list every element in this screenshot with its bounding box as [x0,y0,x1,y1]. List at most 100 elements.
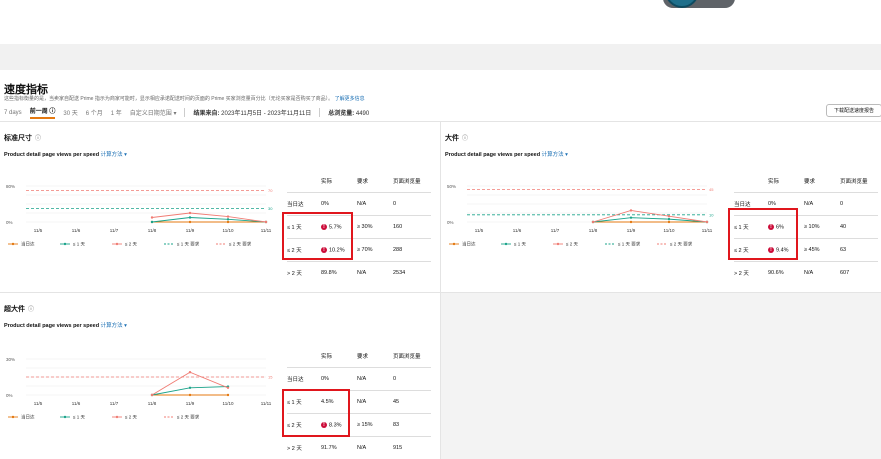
data-point [188,371,192,374]
download-report-button[interactable]: 下载配送速度报告 [826,104,881,117]
data-point [188,386,192,389]
table-cell-views: 0 [393,192,431,216]
x-tick-label: 11/7 [110,401,119,406]
calc-method-link[interactable]: 计算方法 ▾ [101,152,127,158]
highlight-box [282,212,353,260]
table-cell-actual: 0% [321,367,357,391]
data-point [667,215,671,218]
table-header: 要求 [357,179,369,185]
x-tick-label: 11/6 [72,401,81,406]
table-header: 实际 [768,179,780,185]
table-header: 页面浏览量 [393,354,421,360]
chevron-down-icon: ▾ [173,111,177,117]
legend-label: ≤ 2 天 要求 [177,414,200,421]
series-line [151,371,229,396]
table-cell-views: 2534 [393,261,431,284]
calc-method-link[interactable]: 计算方法 ▾ [101,323,127,329]
data-point [150,393,154,397]
data-point [667,217,671,221]
filter-last-week-label: 前一周 [29,109,48,115]
x-tick-label: 11/5 [475,228,484,233]
data-point [705,220,709,224]
data-point [629,220,633,224]
data-point [226,218,230,221]
data-point [667,220,671,224]
table-header: 实际 [321,179,333,185]
legend-marker [115,242,119,246]
panel-large: 大件 ⓘ Product detail page views per speed … [441,122,881,293]
panel-standard-size: 标准尺寸 ⓘ Product detail page views per spee… [0,122,441,293]
panel-subtitle: Product detail page views per speed 计算方法… [4,321,127,329]
y-tick-label: 0% [6,220,13,225]
table-header [287,170,321,193]
filter-6-months[interactable]: 6 个月 [86,108,103,117]
divider [184,108,186,117]
speed-chart: 0% 30% 11/5 11/6 11/7 11/8 11/9 11/10 11/11 15 当日达… [6,357,273,421]
filter-1-year[interactable]: 1 年 [111,108,122,117]
table-cell-req: N/A [357,367,393,391]
x-tick-label: 11/8 [589,228,598,233]
data-point [150,220,154,224]
data-point [188,393,192,397]
x-tick-label: 11/5 [34,401,43,406]
table-row: > 2 天 90.6% N/A 607 [734,261,878,284]
table-cell-views: 0 [840,192,878,216]
account-menu[interactable] [663,0,735,8]
legend-marker [452,242,456,246]
table-cell-req: ≥ 70% [357,238,393,262]
table-cell-actual: 91.7% [321,436,357,459]
result-source-value: 2023年11月5日 - 2023年11月11日 [221,111,312,117]
info-icon[interactable]: ⓘ [35,136,41,142]
y-tick-label: 30% [6,357,15,362]
header-strip [0,44,881,70]
table-header [734,170,768,193]
legend-label: ≤ 2 天 [125,242,137,248]
legend-label: ≤ 2 天 [125,415,137,421]
requirement-label: 10 [709,212,714,217]
date-filter-bar: 7 days 前一周 ⓘ 30 天 6 个月 1 年 自定义日期范围 ▾ 结果来… [4,106,369,119]
top-bar [0,0,881,44]
info-icon[interactable]: ⓘ [28,307,34,313]
requirement-label: 30 [268,206,273,211]
panel-title: 大件 ⓘ [445,133,468,143]
filter-7-days[interactable]: 7 days [4,110,22,116]
legend-marker [63,242,67,246]
legend-marker [115,415,119,419]
table-header: 页面浏览量 [840,179,868,185]
legend-label: ≤ 2 天 [566,242,578,248]
table-header [287,345,321,368]
data-point [188,211,192,215]
table-cell-req: N/A [804,192,840,216]
legend-label: 当日达 [21,241,35,248]
avatar[interactable] [665,0,699,8]
table-cell-views: 288 [393,238,431,262]
x-tick-label: 11/9 [186,401,195,406]
calc-method-link[interactable]: 计算方法 ▾ [542,152,568,158]
legend-label: ≤ 1 天 要求 [177,241,200,248]
table-cell-req: N/A [357,390,393,414]
data-point [150,216,154,219]
x-tick-label: 11/8 [148,228,157,233]
x-tick-label: 11/10 [664,228,675,233]
table-cell-views: 915 [393,436,431,459]
info-icon: ⓘ [49,109,56,115]
calc-method-label: 计算方法 [541,152,564,158]
learn-more-link[interactable]: 了解更多信息 [335,96,365,102]
highlight-box [282,389,350,437]
panel-subtitle: Product detail page views per speed 计算方法… [4,150,127,158]
table-cell-label: > 2 天 [287,436,321,459]
table-cell-views: 45 [393,390,431,414]
data-point [188,216,192,219]
filter-custom-range[interactable]: 自定义日期范围 ▾ [130,108,177,117]
table-cell-label: > 2 天 [287,261,321,284]
info-icon[interactable]: ⓘ [462,136,468,142]
panel-title-text: 标准尺寸 [4,135,32,142]
table-row: > 2 天 91.7% N/A 915 [287,436,431,459]
table-cell-actual: 89.8% [321,261,357,284]
filter-last-week[interactable]: 前一周 ⓘ [29,106,56,119]
y-tick-label: 0% [6,393,13,398]
chevron-down-icon: ▾ [124,323,127,329]
table-cell-req: ≥ 15% [357,413,393,437]
requirement-label: 70 [268,188,273,193]
filter-30-days[interactable]: 30 天 [63,108,77,117]
